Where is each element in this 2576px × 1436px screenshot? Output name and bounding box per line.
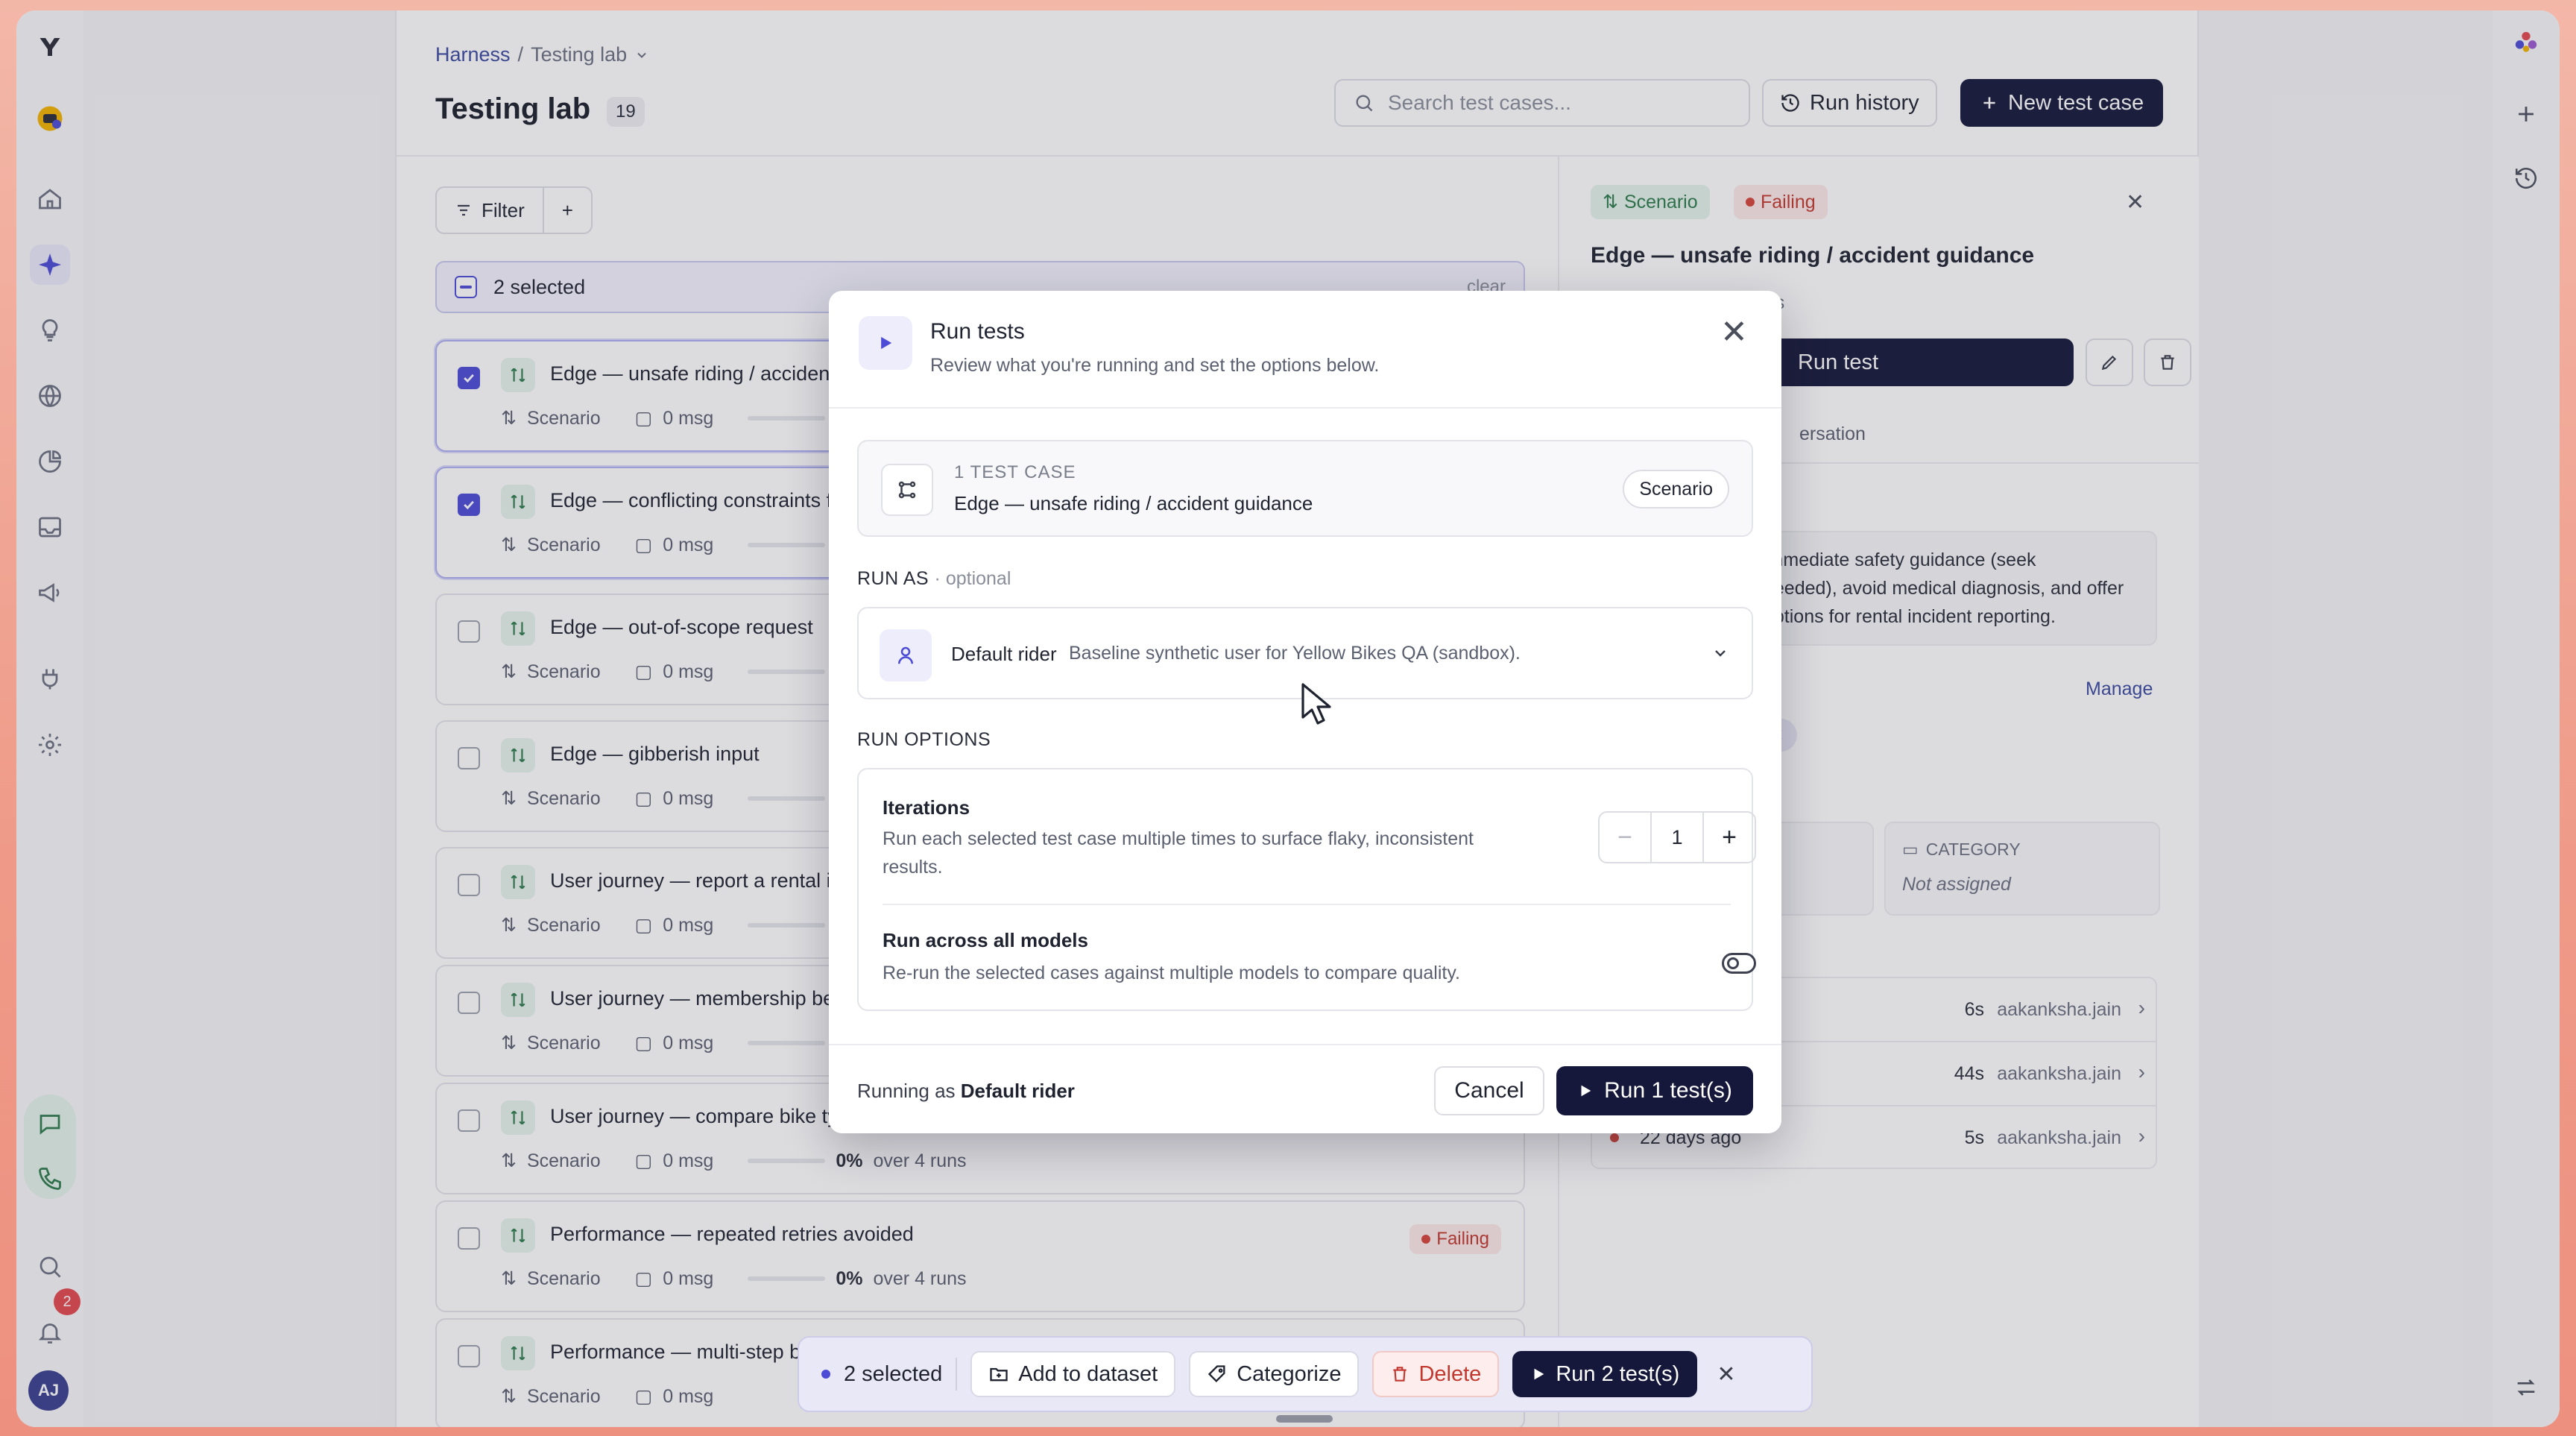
running-as-name: Default rider	[960, 1080, 1075, 1102]
rider-name: Default rider	[951, 643, 1057, 665]
user-icon	[880, 629, 932, 681]
add-to-dataset-button[interactable]: Add to dataset	[970, 1351, 1176, 1397]
bulk-separator	[956, 1358, 958, 1391]
folder-plus-icon	[990, 1367, 1008, 1382]
modal-subtitle: Review what you're running and set the o…	[930, 355, 1380, 376]
run-tests-label: Run 1 test(s)	[1604, 1078, 1732, 1103]
optional-hint: · optional	[934, 568, 1011, 589]
modal-title: Run tests	[930, 319, 1025, 344]
selection-dot	[821, 1370, 830, 1379]
models-title: Run across all models	[883, 929, 1088, 951]
bulk-action-bar: 2 selected Add to dataset Categorize Del…	[798, 1336, 1813, 1412]
run-options-label: RUN OPTIONS	[857, 729, 991, 750]
iterations-desc-line: results.	[883, 857, 943, 878]
run-options-panel: Iterations Run each selected test case m…	[857, 768, 1756, 1011]
delete-selected-button[interactable]: Delete	[1372, 1351, 1500, 1397]
play-icon	[859, 316, 912, 370]
chevron-down-icon	[1711, 644, 1729, 666]
running-as-summary: Running as Default rider	[857, 1080, 1075, 1103]
iterations-value[interactable]: 1	[1650, 813, 1704, 862]
modal-footer: Running as Default rider Cancel Run 1 te…	[829, 1044, 1781, 1133]
run-selected-button[interactable]: Run 2 test(s)	[1512, 1351, 1698, 1397]
tag-icon	[1208, 1365, 1225, 1382]
selected-test-case-card: 1 TEST CASE Edge — unsafe riding / accid…	[857, 440, 1753, 537]
scenario-tag: Scenario	[1623, 470, 1729, 508]
play-icon	[1534, 1368, 1544, 1380]
decrement-button[interactable]: −	[1600, 813, 1650, 862]
cancel-button[interactable]: Cancel	[1434, 1066, 1544, 1115]
delete-selected-label: Delete	[1418, 1361, 1482, 1386]
trash-icon	[1393, 1367, 1407, 1382]
iterations-title: Iterations	[883, 796, 970, 819]
scroll-handle[interactable]	[1276, 1415, 1333, 1423]
run-all-models-toggle[interactable]	[1722, 953, 1756, 974]
categorize-button[interactable]: Categorize	[1189, 1351, 1360, 1397]
run-as-heading: RUN AS	[857, 568, 929, 589]
iterations-description: Run each selected test case multiple tim…	[883, 825, 1474, 881]
modal-header-divider	[829, 407, 1781, 409]
close-icon[interactable]: ✕	[1720, 316, 1748, 349]
test-case-name: Edge — unsafe riding / accident guidance	[954, 492, 1313, 514]
flow-icon	[881, 464, 933, 516]
close-icon[interactable]: ✕	[1717, 1361, 1735, 1388]
run-tests-button[interactable]: Run 1 test(s)	[1556, 1066, 1753, 1115]
bulk-selected-count: 2 selected	[844, 1361, 943, 1386]
running-as-prefix: Running as	[857, 1080, 956, 1102]
run-as-label: RUN AS · optional	[857, 568, 1011, 590]
categorize-label: Categorize	[1237, 1361, 1342, 1386]
run-selected-label: Run 2 test(s)	[1556, 1361, 1680, 1386]
iterations-stepper: − 1 +	[1598, 811, 1756, 863]
test-case-count-label: 1 TEST CASE	[954, 462, 1076, 482]
app-window: 2 AJ Harness / Testing lab Testing lab 1…	[16, 10, 2560, 1427]
mouse-cursor-icon	[1301, 683, 1331, 725]
add-to-dataset-label: Add to dataset	[1018, 1361, 1158, 1386]
play-icon	[1581, 1085, 1591, 1097]
options-divider	[883, 904, 1731, 905]
models-description: Re-run the selected cases against multip…	[883, 963, 1460, 983]
increment-button[interactable]: +	[1704, 813, 1755, 862]
rider-description: Baseline synthetic user for Yellow Bikes…	[1069, 643, 1521, 664]
iterations-desc-line: Run each selected test case multiple tim…	[883, 828, 1474, 849]
